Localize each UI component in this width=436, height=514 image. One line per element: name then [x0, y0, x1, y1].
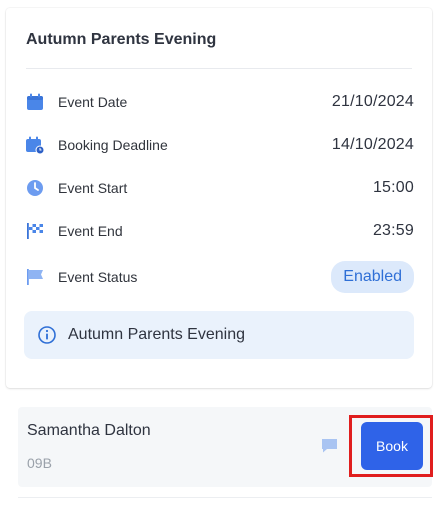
- clock-icon: [24, 177, 46, 199]
- booking-deadline-label: Booking Deadline: [58, 137, 168, 153]
- event-date-row: Event Date 21/10/2024: [24, 89, 414, 115]
- book-button[interactable]: Book: [361, 422, 423, 470]
- event-start-row: Event Start 15:00: [24, 175, 414, 201]
- calendar-icon: [24, 91, 46, 113]
- event-info-box: Autumn Parents Evening: [24, 311, 414, 359]
- booking-deadline-value: 14/10/2024: [331, 136, 414, 153]
- checkered-flag-icon: [24, 220, 46, 242]
- event-end-row: Event End 23:59: [24, 218, 414, 244]
- event-end-label: Event End: [58, 223, 123, 239]
- event-status-label: Event Status: [58, 269, 138, 285]
- event-info-text: Autumn Parents Evening: [68, 326, 245, 343]
- divider: [18, 497, 432, 498]
- event-start-label: Event Start: [58, 180, 128, 196]
- event-status-row: Event Status Enabled: [24, 260, 414, 294]
- event-end-value: 23:59: [372, 222, 414, 239]
- calendar-clock-icon: [24, 134, 46, 156]
- event-start-value: 15:00: [372, 179, 414, 196]
- student-name: Samantha Dalton: [27, 422, 151, 439]
- divider: [26, 68, 412, 69]
- info-icon: [36, 324, 58, 346]
- event-details-card: Autumn Parents Evening Event Date 21/10/…: [6, 8, 432, 388]
- event-date-value: 21/10/2024: [331, 93, 414, 110]
- booking-deadline-row: Booking Deadline 14/10/2024: [24, 132, 414, 158]
- status-badge: Enabled: [331, 261, 414, 293]
- message-icon[interactable]: [320, 437, 340, 455]
- event-title: Autumn Parents Evening: [26, 31, 217, 48]
- event-date-label: Event Date: [58, 94, 128, 110]
- flag-icon: [24, 266, 46, 288]
- page: Autumn Parents Evening Event Date 21/10/…: [0, 0, 436, 514]
- student-class: 09B: [27, 455, 52, 471]
